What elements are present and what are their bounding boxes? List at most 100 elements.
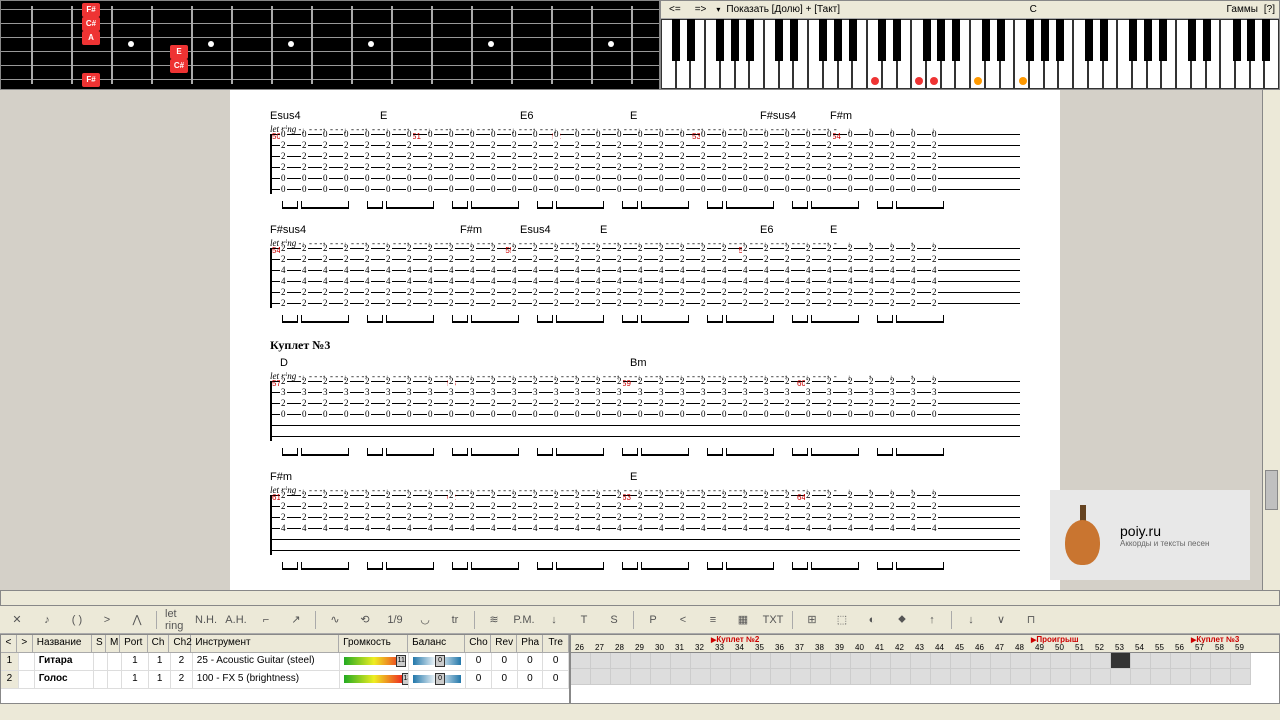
toolbar-button[interactable]: S [603,609,625,631]
timeline-cell[interactable] [1051,653,1071,669]
track-row[interactable]: 1 Гитара 1 1 2 25 - Acoustic Guitar (ste… [1,653,569,671]
track-cho[interactable]: 0 [466,671,492,688]
timeline-cell[interactable] [991,653,1011,669]
timeline-cell[interactable] [711,653,731,669]
track-volume[interactable]: 13 [340,671,409,688]
timeline-cell[interactable] [1071,669,1091,685]
toolbar-button[interactable]: 1/9 [384,609,406,631]
timeline[interactable]: Куплет №2ПроигрышКуплет №326272829303132… [570,634,1280,704]
mute-toggle[interactable] [108,671,122,688]
timeline-cell[interactable] [1171,653,1191,669]
tab-sheet[interactable]: Esus4EE6EF#sus4F#mlet ring - - - - - - -… [230,90,1060,590]
timeline-cell[interactable] [751,669,771,685]
timeline-cell[interactable] [651,669,671,685]
toolbar-button[interactable]: T [573,609,595,631]
timeline-cell[interactable] [1151,669,1171,685]
tab-system[interactable]: Куплет №3DBmlet ring - - - - - - - - - -… [270,338,1020,441]
timeline-cell[interactable] [1191,653,1211,669]
timeline-cell[interactable] [851,653,871,669]
toolbar-button[interactable]: ◡ [414,609,436,631]
tab-system[interactable]: Esus4EE6EF#sus4F#mlet ring - - - - - - -… [270,110,1020,194]
timeline-cell[interactable] [711,669,731,685]
horizontal-scrollbar[interactable] [0,590,1280,606]
timeline-cell[interactable] [831,669,851,685]
timeline-cell[interactable] [1091,669,1111,685]
timeline-cell[interactable] [591,653,611,669]
kb-next-button[interactable]: => [691,4,711,15]
solo-toggle[interactable] [94,653,108,670]
timeline-cell[interactable] [691,653,711,669]
timeline-cell[interactable] [611,669,631,685]
timeline-cell[interactable] [1011,653,1031,669]
timeline-cell[interactable] [731,669,751,685]
track-pha[interactable]: 0 [518,671,544,688]
toolbar-button[interactable]: ↓ [960,609,982,631]
track-pha[interactable]: 0 [518,653,544,670]
track-ch2[interactable]: 2 [171,671,193,688]
track-volume[interactable]: 11 [340,653,409,670]
timeline-cell[interactable] [811,669,831,685]
fretboard-panel[interactable]: F#C#AEC#F# [0,0,660,90]
timeline-cell[interactable] [891,669,911,685]
timeline-cell[interactable] [911,669,931,685]
track-instrument[interactable]: 100 - FX 5 (brightness) [193,671,340,688]
toolbar-button[interactable]: ∨ [990,609,1012,631]
toolbar-button[interactable]: N.H. [195,609,217,631]
timeline-cell[interactable] [1151,653,1171,669]
timeline-cell[interactable] [751,653,771,669]
toolbar-button[interactable]: ↗ [285,609,307,631]
toolbar-button[interactable]: ✕ [6,609,28,631]
toolbar-button[interactable]: ⋀ [126,609,148,631]
toolbar-button[interactable]: ⊓ [1020,609,1042,631]
timeline-cell[interactable] [931,669,951,685]
track-rev[interactable]: 0 [492,653,518,670]
tab-system[interactable]: F#sus4F#mEsus4EE6Elet ring - - - - - - -… [270,224,1020,308]
mute-toggle[interactable] [108,653,122,670]
timeline-cell[interactable] [1091,653,1111,669]
timeline-cell[interactable] [1031,669,1051,685]
vertical-scrollbar[interactable] [1262,90,1280,590]
kb-prev-button[interactable]: <= [665,4,685,15]
toolbar-button[interactable]: tr [444,609,466,631]
track-tre[interactable]: 0 [543,671,569,688]
toolbar-button[interactable]: A.H. [225,609,247,631]
track-ch[interactable]: 1 [149,671,171,688]
timeline-cell[interactable] [571,669,591,685]
track-ch2[interactable]: 2 [171,653,193,670]
toolbar-button[interactable]: ◐ [861,609,883,631]
timeline-cell[interactable] [991,669,1011,685]
track-row[interactable]: 2 Голос 1 1 2 100 - FX 5 (brightness) 13… [1,671,569,689]
track-cho[interactable]: 0 [466,653,492,670]
piano-keyboard[interactable] [661,19,1279,89]
track-balance[interactable]: 0 [409,653,466,670]
toolbar-button[interactable]: let ring [165,609,187,631]
timeline-cell[interactable] [851,669,871,685]
toolbar-button[interactable]: TXT [762,609,784,631]
track-ch[interactable]: 1 [149,653,171,670]
timeline-cell[interactable] [1111,669,1131,685]
track-instrument[interactable]: 25 - Acoustic Guitar (steel) [193,653,340,670]
toolbar-button[interactable]: ≋ [483,609,505,631]
timeline-cell[interactable] [1231,669,1251,685]
timeline-cell[interactable] [1051,669,1071,685]
track-balance[interactable]: 0 [409,671,466,688]
timeline-cell[interactable] [691,669,711,685]
timeline-cell[interactable] [1031,653,1051,669]
timeline-cell[interactable] [951,669,971,685]
track-tre[interactable]: 0 [543,653,569,670]
timeline-cell[interactable] [1211,653,1231,669]
toolbar-button[interactable]: P [642,609,664,631]
timeline-cell[interactable] [1231,653,1251,669]
timeline-cell[interactable] [651,653,671,669]
toolbar-button[interactable]: ↑ [921,609,943,631]
kb-root-note[interactable]: C [1030,4,1037,15]
kb-help-button[interactable]: [?] [1264,4,1275,15]
timeline-cell[interactable] [891,653,911,669]
toolbar-button[interactable]: ⊞ [801,609,823,631]
track-rev[interactable]: 0 [492,671,518,688]
scrollbar-thumb[interactable] [1265,470,1278,510]
timeline-cell[interactable] [1191,669,1211,685]
toolbar-button[interactable]: ♪ [36,609,58,631]
timeline-cell[interactable] [771,669,791,685]
toolbar-button[interactable]: ↓ [543,609,565,631]
